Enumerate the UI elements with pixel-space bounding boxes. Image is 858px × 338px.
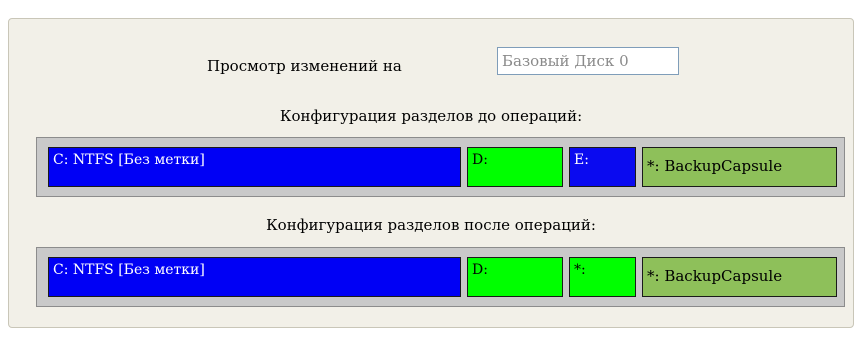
partition-new-after[interactable]: *: — [569, 257, 636, 297]
before-operations-title: Конфигурация разделов до операций: — [279, 107, 583, 125]
after-operations-title: Конфигурация разделов после операций: — [266, 216, 596, 234]
partition-bar-before: C: NTFS [Без метки] D: E: *: BackupCapsu… — [36, 137, 845, 197]
partition-bar-after: C: NTFS [Без метки] D: *: *: BackupCapsu… — [36, 247, 845, 307]
view-changes-row: Просмотр изменений на — [9, 49, 853, 79]
partition-d-before[interactable]: D: — [467, 147, 563, 187]
partition-backupcapsule-after[interactable]: *: BackupCapsule — [642, 257, 837, 297]
partition-d-after[interactable]: D: — [467, 257, 563, 297]
partition-backupcapsule-before[interactable]: *: BackupCapsule — [642, 147, 837, 187]
partition-c-before[interactable]: C: NTFS [Без метки] — [48, 147, 461, 187]
view-changes-label: Просмотр изменений на — [207, 57, 402, 75]
partition-e-before[interactable]: E: — [569, 147, 636, 187]
partition-c-after[interactable]: C: NTFS [Без метки] — [48, 257, 461, 297]
disk-select-field[interactable]: Базовый Диск 0 — [497, 47, 679, 75]
partition-preview-panel: Просмотр изменений на Базовый Диск 0 Кон… — [8, 18, 854, 328]
